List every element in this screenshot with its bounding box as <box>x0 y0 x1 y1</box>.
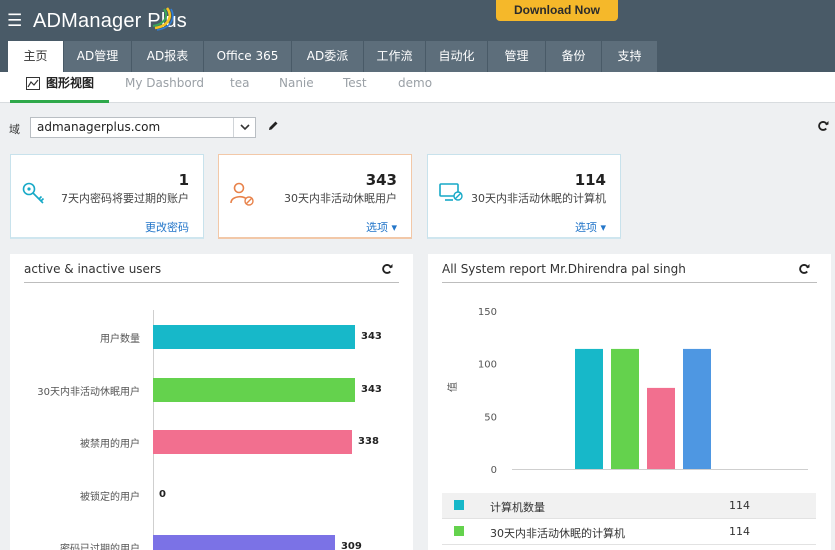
subtab-tea[interactable]: tea <box>230 72 249 103</box>
options-link[interactable]: 选项 ▾ <box>575 219 606 235</box>
panel-title: active & inactive users <box>24 262 162 276</box>
bar[interactable] <box>153 535 335 550</box>
bar-value-label: 343 <box>361 331 382 342</box>
legend-row[interactable]: 30天内非活动休眠的计算机 114 <box>442 519 816 545</box>
logo-swirl-icon <box>152 7 174 31</box>
card-count: 1 <box>178 171 189 189</box>
menu-icon[interactable]: ☰ <box>7 13 22 30</box>
bar-label: 30天内非活动休眠用户 <box>37 386 140 398</box>
subtab-my-dashbord[interactable]: My Dashbord <box>125 72 204 103</box>
refresh-icon[interactable] <box>798 263 810 275</box>
legend-swatch <box>454 526 464 536</box>
options-link[interactable]: 选项 ▾ <box>366 219 397 235</box>
refresh-icon[interactable] <box>381 263 393 275</box>
domain-value: admanagerplus.com <box>37 120 161 134</box>
inactive-user-icon <box>230 182 254 206</box>
divider <box>442 282 817 283</box>
legend-name: 计算机数量 <box>490 501 545 514</box>
caret-down-icon: ▾ <box>600 221 606 234</box>
download-now-button[interactable]: Download Now <box>496 0 618 21</box>
divider <box>24 282 399 283</box>
chart-icon <box>26 77 40 90</box>
card-description: 30天内非活动休眠用户 <box>284 192 397 205</box>
bar-value-label: 309 <box>340 541 362 550</box>
tab-home[interactable]: 主页 <box>8 41 64 72</box>
bar-value-label: 0 <box>159 488 166 500</box>
subtab-demo[interactable]: demo <box>398 72 432 103</box>
y-tick-label: 100 <box>478 360 497 371</box>
subtab-nanie[interactable]: Nanie <box>279 72 314 103</box>
edit-pencil-icon[interactable] <box>267 120 279 132</box>
column-bar[interactable] <box>575 348 603 469</box>
y-tick-label: 0 <box>491 465 497 476</box>
tab-backup[interactable]: 备份 <box>546 41 602 72</box>
tab-support[interactable]: 支持 <box>602 41 658 72</box>
legend-name: 30天内非活动休眠的计算机 <box>490 527 625 540</box>
tab-ad-management[interactable]: AD管理 <box>64 41 132 72</box>
system-column-chart: 150 100 50 0 值 <box>446 307 808 476</box>
bar[interactable] <box>153 377 355 402</box>
tab-automation[interactable]: 自动化 <box>426 41 488 72</box>
column-bar[interactable] <box>647 387 675 469</box>
domain-select[interactable]: admanagerplus.com <box>30 117 256 138</box>
domain-label: 域 <box>9 123 20 136</box>
computer-icon <box>439 183 463 201</box>
subtab-test[interactable]: Test <box>343 72 367 103</box>
column-bar[interactable] <box>611 348 639 469</box>
subtab-graph-view[interactable]: 图形视图 <box>10 72 110 103</box>
tab-ad-reports[interactable]: AD报表 <box>132 41 204 72</box>
legend-swatch <box>454 500 464 510</box>
bar[interactable] <box>153 430 353 454</box>
tab-ad-delegation[interactable]: AD委派 <box>292 41 364 72</box>
y-axis-label: 值 <box>446 382 459 392</box>
y-tick-label: 50 <box>484 412 497 423</box>
panel-title: All System report Mr.Dhirendra pal singh <box>442 262 686 276</box>
card-count: 114 <box>574 171 606 189</box>
tab-office365[interactable]: Office 365 <box>204 41 292 72</box>
y-tick-label: 150 <box>478 307 497 318</box>
tab-workflow[interactable]: 工作流 <box>364 41 426 72</box>
top-bar: ☰ ADManager Plus Download Now 主页 AD管理 AD… <box>0 0 835 72</box>
chevron-down-icon[interactable] <box>233 118 255 137</box>
card-count: 343 <box>365 171 397 189</box>
bar[interactable] <box>153 325 355 349</box>
card-inactive-computers: 114 30天内非活动休眠的计算机 选项 ▾ <box>427 154 621 239</box>
card-description: 30天内非活动休眠的计算机 <box>471 192 606 205</box>
bar-label: 被锁定的用户 <box>80 491 140 503</box>
legend-value: 114 <box>729 525 750 538</box>
change-password-link[interactable]: 更改密码 <box>145 219 189 235</box>
bar-label: 被禁用的用户 <box>80 439 140 450</box>
legend-row[interactable]: 计算机数量 114 <box>442 493 816 519</box>
legend-value: 114 <box>729 499 750 512</box>
card-inactive-users: 343 30天内非活动休眠用户 选项 ▾ <box>218 154 412 239</box>
column-bar[interactable] <box>683 348 711 469</box>
subtab-graph-view-label: 图形视图 <box>46 76 95 90</box>
card-expiring-passwords: 1 7天内密码将要过期的账户 更改密码 <box>10 154 204 239</box>
bar-value-label: 343 <box>361 383 382 395</box>
card-description: 7天内密码将要过期的账户 <box>61 192 189 205</box>
panel-active-inactive-users: active & inactive users <box>10 254 413 550</box>
key-icon <box>22 182 45 204</box>
bar-label: 密码已过期的用户 <box>60 544 140 550</box>
caret-down-icon: ▾ <box>391 221 397 234</box>
sub-navigation: 图形视图 My Dashbord tea Nanie Test demo <box>0 72 835 103</box>
tab-admin[interactable]: 管理 <box>488 41 546 72</box>
bar-value-label: 338 <box>358 436 379 447</box>
bar-label: 用户数量 <box>100 334 140 345</box>
refresh-icon[interactable] <box>817 120 829 132</box>
main-tabs: 主页 AD管理 AD报表 Office 365 AD委派 工作流 自动化 管理 … <box>8 41 658 72</box>
